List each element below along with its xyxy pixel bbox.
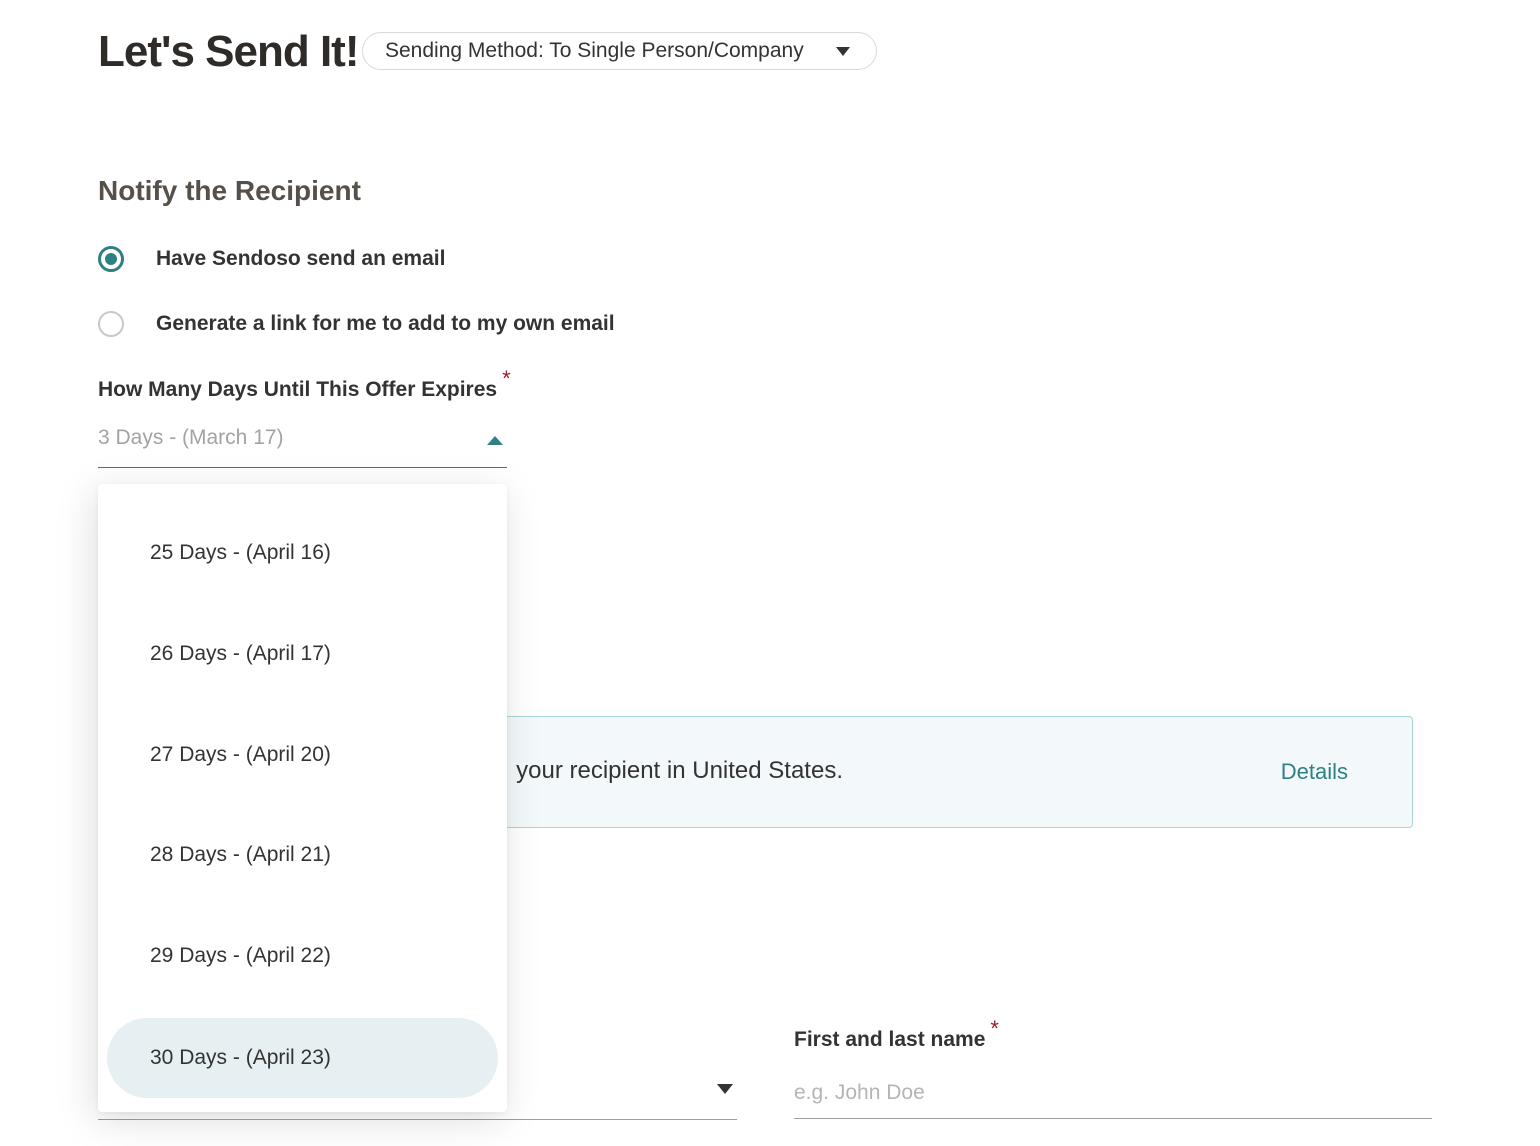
details-link[interactable]: Details — [1281, 759, 1348, 785]
dropdown-option[interactable]: 28 Days - (April 21) — [107, 815, 498, 895]
dropdown-option[interactable]: 27 Days - (April 20) — [107, 715, 498, 795]
expiry-selected-value: 3 Days - (March 17) — [98, 426, 284, 449]
dropdown-option[interactable]: 26 Days - (April 17) — [107, 614, 498, 694]
radio-checked-icon[interactable] — [98, 246, 124, 272]
dropdown-option[interactable]: 29 Days - (April 22) — [107, 916, 498, 996]
required-asterisk: * — [990, 1016, 999, 1041]
radio-sendoso-email[interactable]: Have Sendoso send an email — [98, 246, 445, 272]
expiry-label-text: How Many Days Until This Offer Expires — [98, 378, 498, 401]
radio-generate-link[interactable]: Generate a link for me to add to my own … — [98, 311, 615, 337]
radio-label: Generate a link for me to add to my own … — [156, 312, 615, 335]
name-input[interactable] — [794, 1068, 1432, 1119]
section-title: Notify the Recipient — [98, 175, 361, 206]
chevron-down-icon — [836, 47, 850, 56]
expiry-select[interactable]: 3 Days - (March 17) — [98, 420, 507, 468]
expiry-dropdown-menu[interactable]: 25 Days - (April 16) 26 Days - (April 17… — [98, 484, 507, 1112]
radio-unchecked-icon[interactable] — [98, 311, 124, 337]
dropdown-option[interactable]: 25 Days - (April 16) — [107, 513, 498, 593]
required-asterisk: * — [502, 366, 511, 391]
radio-label: Have Sendoso send an email — [156, 247, 446, 270]
chevron-down-icon — [717, 1084, 733, 1094]
sending-method-label: Sending Method: To Single Person/Company — [385, 39, 804, 62]
expiry-label: How Many Days Until This Offer Expires * — [98, 366, 511, 402]
name-label: First and last name * — [794, 1016, 999, 1052]
sending-method-select[interactable]: Sending Method: To Single Person/Company — [362, 32, 877, 70]
dropdown-option-selected[interactable]: 30 Days - (April 23) — [107, 1018, 498, 1098]
name-label-text: First and last name — [794, 1028, 986, 1051]
page-title: Let's Send It! — [98, 27, 359, 76]
chevron-up-icon — [487, 436, 503, 445]
